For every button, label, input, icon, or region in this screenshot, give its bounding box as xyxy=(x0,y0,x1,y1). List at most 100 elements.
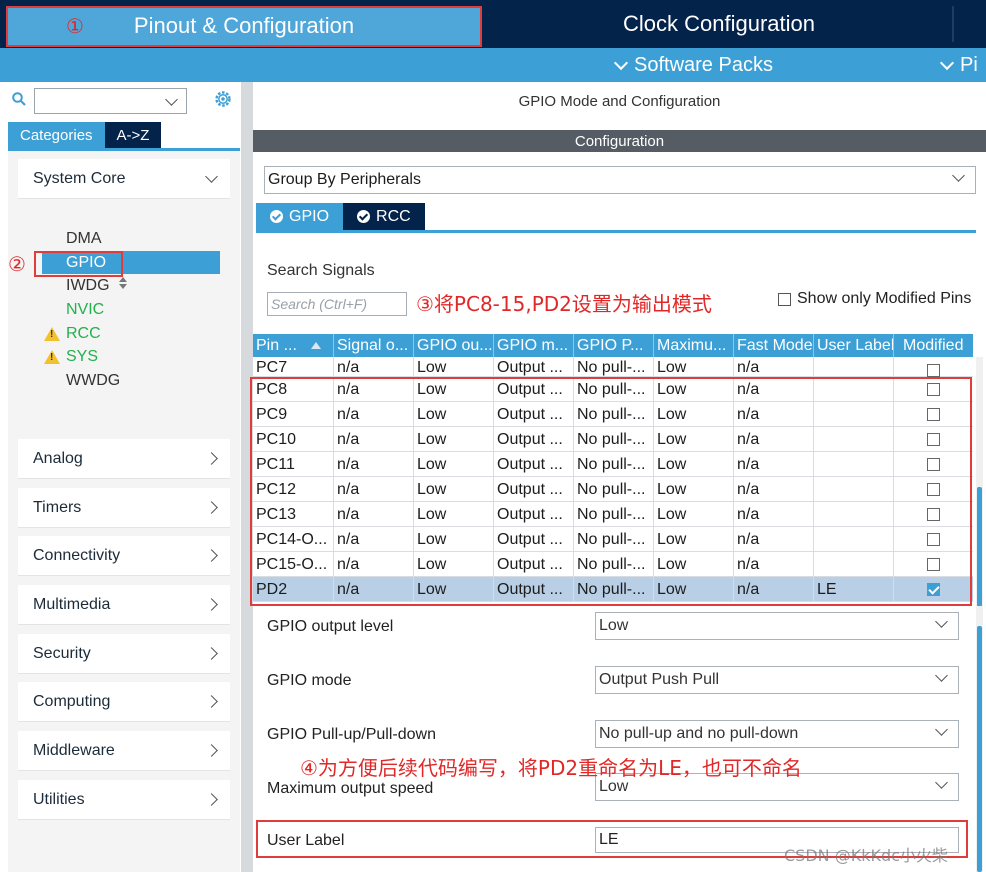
search-icon[interactable] xyxy=(12,92,26,106)
pinout-menu[interactable]: Pi xyxy=(939,48,978,82)
category-item-rcc[interactable]: RCC xyxy=(42,322,220,345)
category-list: System Core DMA GPIO IWDG NVIC RCC SYS W… xyxy=(8,151,240,872)
category-timers[interactable]: Timers xyxy=(18,488,230,528)
category-item-wwdg[interactable]: WWDG xyxy=(42,369,220,392)
scrollbar-thumb[interactable] xyxy=(977,487,982,607)
left-panel: Categories A->Z System Core DMA GPIO IWD… xyxy=(0,82,241,872)
table-row[interactable]: PC9 n/a Low Output ... No pull-... Low n/a xyxy=(253,402,973,427)
show-modified-pins-checkbox[interactable]: Show only Modified Pins xyxy=(778,290,971,308)
cell-fast-mode: n/a xyxy=(734,377,814,402)
scrollbar-thumb[interactable] xyxy=(977,626,982,872)
signal-search-input[interactable] xyxy=(267,292,407,316)
pin-config-form: GPIO output level Low GPIO mode Output P… xyxy=(256,606,971,872)
tab-a-z[interactable]: A->Z xyxy=(104,122,162,148)
panel-splitter[interactable] xyxy=(241,82,253,872)
chevron-down-icon xyxy=(205,170,218,183)
software-packs-menu[interactable]: Software Packs xyxy=(613,48,773,82)
category-system-core[interactable]: System Core xyxy=(18,159,230,199)
check-circle-icon xyxy=(270,210,283,223)
warning-icon xyxy=(44,349,60,364)
category-search-combobox[interactable] xyxy=(34,88,187,114)
category-item-nvic[interactable]: NVIC xyxy=(42,298,220,321)
table-row[interactable]: PC13 n/a Low Output ... No pull-... Low n/a xyxy=(253,502,973,527)
item-label: WWDG xyxy=(66,371,121,389)
tab-clock-configuration[interactable]: Clock Configuration xyxy=(486,0,952,48)
category-connectivity[interactable]: Connectivity xyxy=(18,536,230,576)
modified-checkbox[interactable] xyxy=(927,364,940,377)
category-utilities[interactable]: Utilities xyxy=(18,780,230,820)
group-by-select[interactable]: Group By Peripherals xyxy=(264,166,976,194)
category-item-dma[interactable]: DMA xyxy=(42,227,220,250)
column-header-fast-mode[interactable]: Fast Mode xyxy=(734,334,814,357)
category-analog[interactable]: Analog xyxy=(18,439,230,479)
modified-checkbox[interactable] xyxy=(927,533,940,546)
modified-checkbox[interactable] xyxy=(927,558,940,571)
cell-modified xyxy=(894,427,973,452)
column-header-gpio-output[interactable]: GPIO ou... xyxy=(414,334,494,357)
sort-ascending-icon xyxy=(310,341,321,349)
modified-checkbox[interactable] xyxy=(927,383,940,396)
max-speed-label: Maximum output speed xyxy=(267,780,434,797)
gear-icon[interactable] xyxy=(212,88,234,110)
category-item-gpio[interactable]: GPIO xyxy=(42,251,220,274)
modified-checkbox[interactable] xyxy=(927,458,940,471)
category-label: Multimedia xyxy=(33,595,111,613)
category-item-sys[interactable]: SYS xyxy=(42,345,220,368)
column-header-gpio-pull[interactable]: GPIO P... xyxy=(574,334,654,357)
category-security[interactable]: Security xyxy=(18,634,230,674)
column-header-max-speed[interactable]: Maximu... xyxy=(654,334,734,357)
category-multimedia[interactable]: Multimedia xyxy=(18,585,230,625)
category-label: Security xyxy=(33,644,91,662)
cell-max-speed: Low xyxy=(654,377,734,402)
table-row[interactable]: PC15-O... n/a Low Output ... No pull-... Low n… xyxy=(253,552,973,577)
tab-gpio[interactable]: GPIO xyxy=(256,203,344,230)
table-row[interactable]: PC14-O... n/a Low Output ... No pull-... Low n… xyxy=(253,527,973,552)
gpio-pull-select[interactable]: No pull-up and no pull-down xyxy=(595,720,959,748)
cell-pin: PC14-O... xyxy=(253,527,334,552)
table-row[interactable]: PC7 n/a Low Output ... No pull-... Low n/a xyxy=(253,357,973,377)
chevron-right-icon xyxy=(205,598,218,611)
chevron-down-icon xyxy=(935,776,948,789)
table-row[interactable]: PC8 n/a Low Output ... No pull-... Low n/a xyxy=(253,377,973,402)
chevron-down-icon xyxy=(935,669,948,682)
tab-rcc[interactable]: RCC xyxy=(343,203,425,230)
category-item-iwdg[interactable]: IWDG xyxy=(42,274,220,297)
table-row[interactable]: PC12 n/a Low Output ... No pull-... Low n/a xyxy=(253,477,973,502)
column-header-pin[interactable]: Pin ... xyxy=(253,334,334,357)
watermark: CSDN @KkKdc小火柴 xyxy=(784,846,948,865)
cell-gpio-mode: Output ... xyxy=(494,402,574,427)
cell-modified xyxy=(894,402,973,427)
output-level-select[interactable]: Low xyxy=(595,612,959,640)
modified-checkbox[interactable] xyxy=(927,433,940,446)
modified-checkbox[interactable] xyxy=(927,483,940,496)
chevron-right-icon xyxy=(205,452,218,465)
table-scrollbar[interactable] xyxy=(976,357,983,607)
table-row[interactable]: PD2 n/a Low Output ... No pull-... Low n/a LE xyxy=(253,577,973,602)
modified-checkbox[interactable] xyxy=(927,508,940,521)
table-row[interactable]: PC10 n/a Low Output ... No pull-... Low n/a xyxy=(253,427,973,452)
column-header-modified[interactable]: Modified xyxy=(894,334,973,357)
form-scrollbar[interactable] xyxy=(976,606,983,872)
cell-signal: n/a xyxy=(334,377,414,402)
column-header-user-label[interactable]: User Label xyxy=(814,334,894,357)
table-row[interactable]: PC11 n/a Low Output ... No pull-... Low n/a xyxy=(253,452,973,477)
cell-user-label xyxy=(814,477,894,502)
cell-signal: n/a xyxy=(334,527,414,552)
tab-categories[interactable]: Categories xyxy=(8,122,105,148)
cell-user-label xyxy=(814,427,894,452)
modified-checkbox[interactable] xyxy=(927,583,940,596)
cell-modified xyxy=(894,357,973,377)
cell-fast-mode: n/a xyxy=(734,452,814,477)
cell-pin: PC15-O... xyxy=(253,552,334,577)
category-label: Utilities xyxy=(33,790,85,808)
gpio-mode-select[interactable]: Output Push Pull xyxy=(595,666,959,694)
checkbox[interactable] xyxy=(778,292,791,306)
cell-signal: n/a xyxy=(334,477,414,502)
column-header-gpio-mode[interactable]: GPIO m... xyxy=(494,334,574,357)
column-header-signal[interactable]: Signal o... xyxy=(334,334,414,357)
category-middleware[interactable]: Middleware xyxy=(18,731,230,771)
cell-modified xyxy=(894,552,973,577)
category-computing[interactable]: Computing xyxy=(18,682,230,722)
chevron-down-icon xyxy=(939,55,955,70)
modified-checkbox[interactable] xyxy=(927,408,940,421)
